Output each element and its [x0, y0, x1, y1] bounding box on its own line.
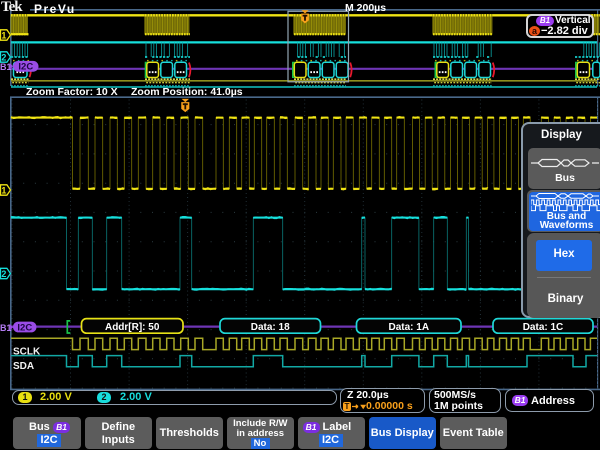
svg-text:B1: B1: [0, 323, 12, 333]
svg-text:I2C: I2C: [17, 322, 32, 333]
svg-text:2: 2: [1, 269, 6, 279]
svg-text:Addr[R]: 50: Addr[R]: 50: [105, 322, 160, 333]
svg-text:B1: B1: [0, 62, 12, 72]
svg-text:1: 1: [1, 31, 6, 41]
svg-text:1: 1: [1, 186, 6, 196]
svg-text:SCLK: SCLK: [13, 346, 41, 357]
svg-text:Data: 1C: Data: 1C: [523, 322, 564, 333]
svg-text:Data: 1A: Data: 1A: [389, 322, 430, 333]
svg-text:Data: 18: Data: 18: [251, 322, 290, 333]
svg-text:I2C: I2C: [18, 62, 33, 73]
svg-text:SDA: SDA: [13, 361, 34, 372]
